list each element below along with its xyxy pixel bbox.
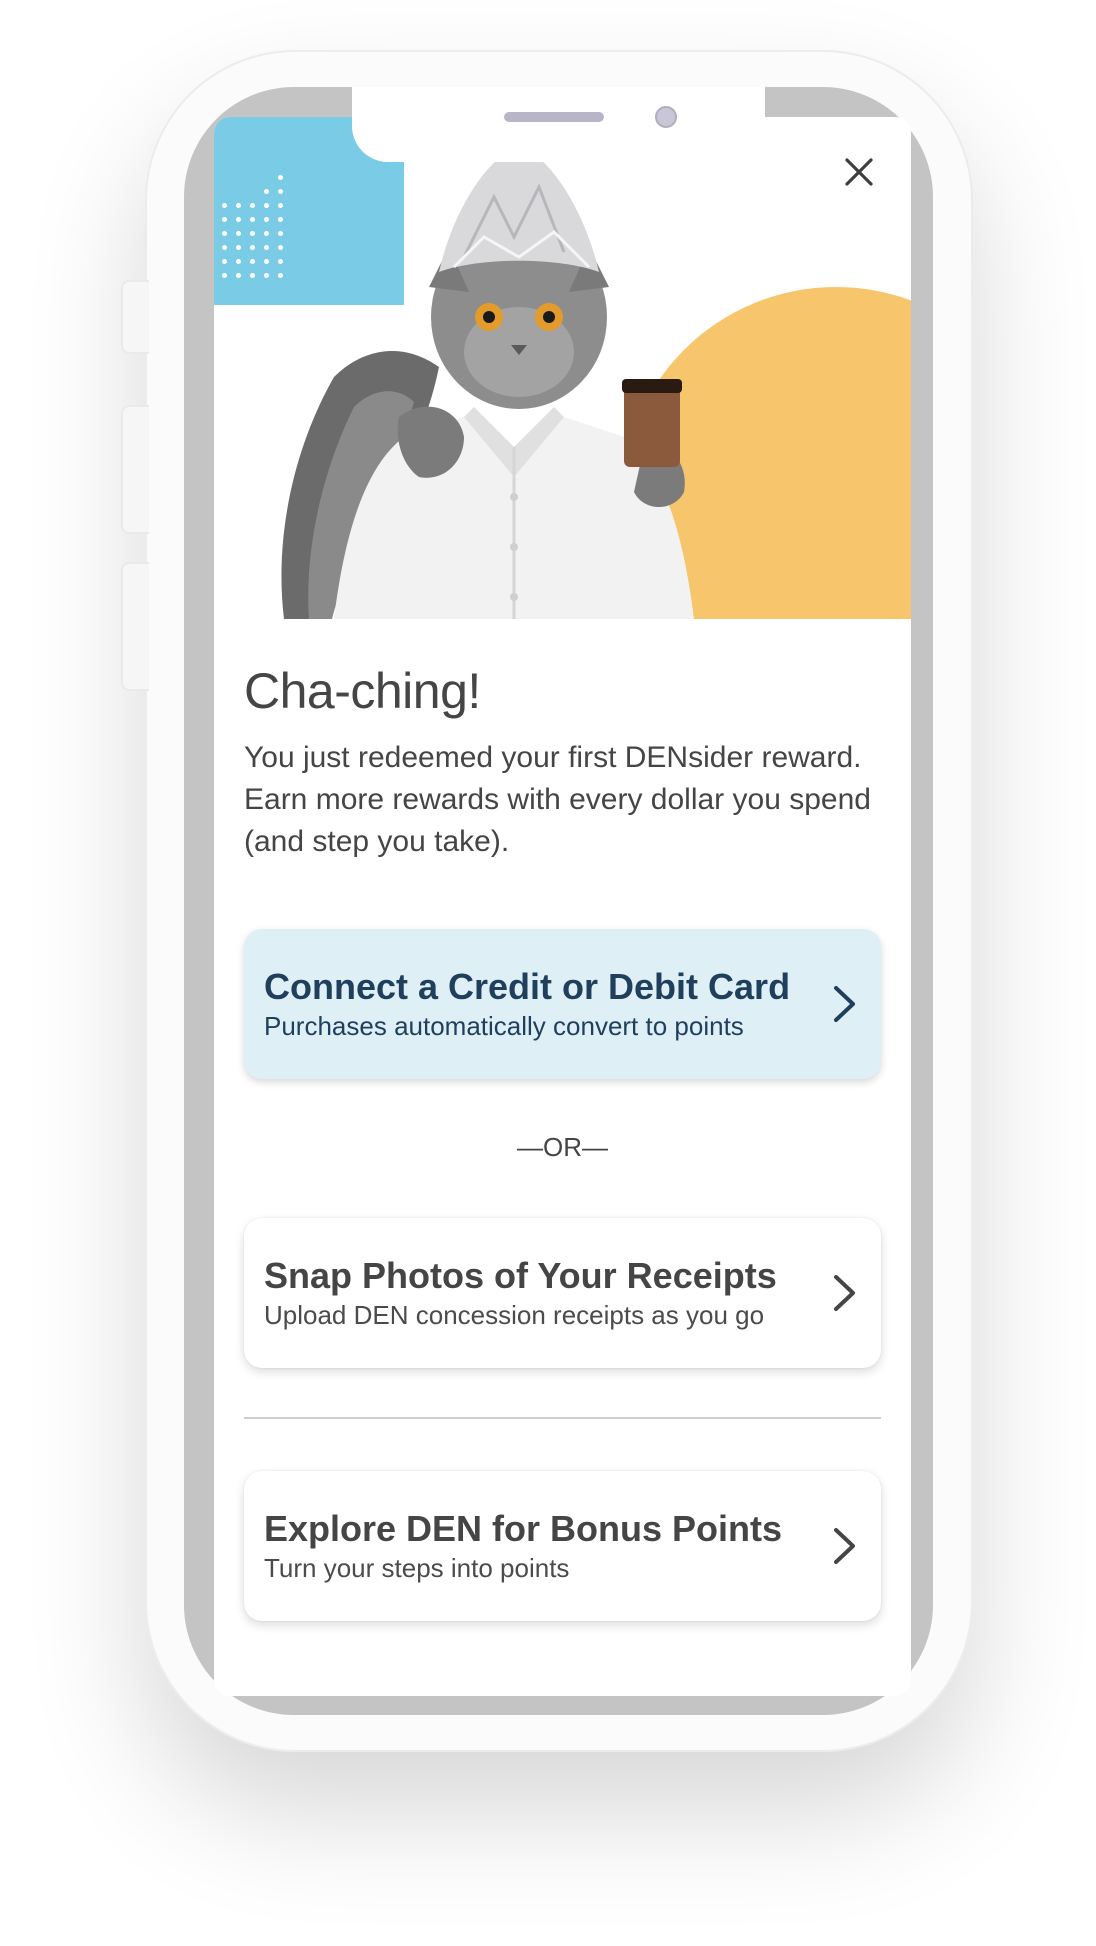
snap-receipts-button[interactable]: Snap Photos of Your Receipts Upload DEN …	[244, 1218, 881, 1368]
connect-card-button[interactable]: Connect a Credit or Debit Card Purchases…	[244, 929, 881, 1079]
explore-den-button[interactable]: Explore DEN for Bonus Points Turn your s…	[244, 1471, 881, 1621]
chevron-right-icon	[834, 1275, 855, 1311]
connect-card-title: Connect a Credit or Debit Card	[264, 966, 791, 1007]
section-divider	[244, 1417, 881, 1419]
snap-receipts-text: Snap Photos of Your Receipts Upload DEN …	[264, 1254, 777, 1332]
snap-receipts-title: Snap Photos of Your Receipts	[264, 1255, 777, 1296]
mockup-stage: Cha-ching! You just redeemed your first …	[0, 0, 1096, 1946]
explore-den-subtitle: Turn your steps into points	[264, 1553, 570, 1583]
snap-receipts-subtitle: Upload DEN concession receipts as you go	[264, 1300, 765, 1330]
chevron-right-icon	[834, 1528, 855, 1564]
connect-card-subtitle: Purchases automatically convert to point…	[264, 1011, 744, 1041]
chevron-right-icon	[834, 986, 855, 1022]
connect-card-text: Connect a Credit or Debit Card Purchases…	[264, 965, 790, 1043]
or-separator: —OR—	[517, 1132, 608, 1162]
phone-mute-switch	[121, 280, 149, 354]
phone-volume-up	[121, 405, 149, 534]
phone-volume-down	[121, 562, 149, 691]
reward-description: You just redeemed your first DENsider re…	[244, 741, 871, 858]
explore-den-title: Explore DEN for Bonus Points	[264, 1508, 783, 1549]
close-icon	[845, 158, 873, 186]
explore-den-text: Explore DEN for Bonus Points Turn your s…	[264, 1507, 782, 1585]
phone-camera	[655, 106, 677, 128]
app-screen: Cha-ching! You just redeemed your first …	[214, 117, 911, 1696]
hero-image	[281, 145, 694, 619]
close-button[interactable]	[839, 152, 879, 192]
reward-title: Cha-ching!	[244, 663, 481, 719]
phone-notch	[352, 87, 765, 162]
hero-illustration	[214, 117, 911, 619]
phone-speaker	[504, 112, 604, 122]
